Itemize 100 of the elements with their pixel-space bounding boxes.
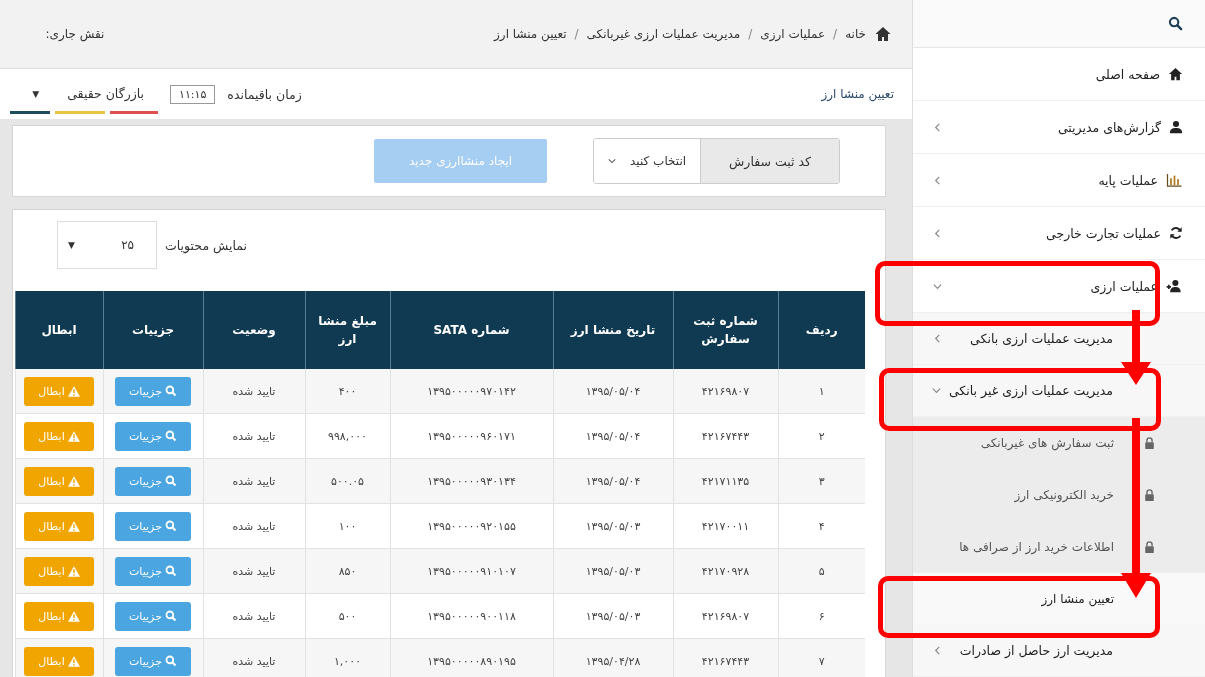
table-cell: تایید شده [203, 503, 305, 549]
table-cell: ۴۲۱۶۹۸۰۷ [673, 593, 778, 639]
breadcrumb-separator: / [574, 27, 579, 41]
table-cell: ۱۳۹۵/۰۴/۲۸ [553, 638, 673, 677]
menu-label: اطلاعات خرید ارز از صرافی ها [959, 540, 1114, 554]
table-cell: ۴۰۰ [305, 369, 390, 414]
submenu-item[interactable]: مدیریت ارز حاصل از صادرات [913, 625, 1205, 677]
menu-label: مدیریت عملیات ارزی بانکی [970, 331, 1113, 346]
user-add-icon [1166, 279, 1183, 293]
warning-icon [67, 565, 80, 577]
page-title: تعیین منشا ارز [821, 87, 894, 101]
breadcrumb-separator: / [833, 27, 838, 41]
column-header: شماره SATA [390, 291, 553, 369]
menu-label: عملیات ارزی [1090, 278, 1158, 294]
menu-label: خرید الکترونیکی ارز [1014, 488, 1114, 502]
table-cell: ۴۲۱۶۹۸۰۷ [673, 369, 778, 414]
submenu-item[interactable]: خرید الکترونیکی ارز [913, 469, 1205, 521]
refresh-icon [1169, 226, 1183, 240]
warning-icon [67, 430, 80, 442]
search-icon [165, 610, 177, 622]
menu-item[interactable]: صفحه اصلی [913, 48, 1205, 101]
chevron-icon [933, 228, 942, 238]
chevron-icon [933, 281, 942, 291]
column-header: شماره ثبت سفارش [673, 291, 778, 369]
lock-icon [1144, 437, 1155, 449]
table-cell: تایید شده [203, 638, 305, 677]
menu-label: ثبت سفارش های غیربانکی [980, 436, 1114, 450]
column-header: مبلغ منشا ارز [305, 291, 390, 369]
table-cell: ۱۳۹۵۰۰۰۰۰۹۶۰۱۷۱ [390, 413, 553, 459]
table-cell: تایید شده [203, 593, 305, 639]
table-cell: ۵ [778, 548, 865, 594]
submenu-item[interactable]: اطلاعات خرید ارز از صرافی ها [913, 521, 1205, 573]
chevron-icon [933, 175, 942, 185]
bar-chart-icon [1166, 173, 1183, 187]
breadcrumb-link[interactable]: تعیین منشا ارز [494, 27, 567, 41]
column-header: ابطال [15, 291, 103, 369]
table-cell: ۱۳۹۵۰۰۰۰۰۸۹۰۱۹۵ [390, 638, 553, 677]
column-header: وضعیت [203, 291, 305, 369]
timer-label: زمان باقیمانده [227, 86, 302, 102]
warning-icon [67, 520, 80, 532]
table-cell: ۴۲۱۷۱۱۳۵ [673, 458, 778, 504]
table-cell: ۴۲۱۷۰۹۲۸ [673, 548, 778, 594]
column-header: ردیف [778, 291, 865, 369]
timer-value: ۱۱:۱۵ [170, 84, 216, 104]
current-role-label: نقش جاری: [44, 27, 106, 41]
submenu-item[interactable]: مدیریت عملیات ارزی غیر بانکی [913, 365, 1205, 417]
warning-icon [67, 610, 80, 622]
column-header: تاریخ منشا ارز [553, 291, 673, 369]
menu-label: عملیات تجارت خارجی [1046, 225, 1161, 241]
table-cell: تایید شده [203, 458, 305, 504]
table-cell: ۴۲۱۶۷۴۴۳ [673, 413, 778, 459]
menu-label: مدیریت ارز حاصل از صادرات [959, 643, 1113, 658]
table-cell: ۷ [778, 638, 865, 677]
table-cell: ۴۲۱۶۷۴۴۳ [673, 638, 778, 677]
table-cell: ۱ [778, 369, 865, 414]
table-cell: ۶ [778, 593, 865, 639]
table-cell: ۸۵۰ [305, 548, 390, 594]
search-icon[interactable] [1168, 16, 1183, 31]
table-cell: ۱۰۰ [305, 503, 390, 549]
table-cell: ۵۰۰.۰۵ [305, 458, 390, 504]
table-cell: ۴۲۱۷۰۰۱۱ [673, 503, 778, 549]
search-icon [165, 520, 177, 532]
menu-label: تعیین منشا ارز [1041, 592, 1114, 606]
role-select[interactable]: بازرگان حقیقی ▼ [10, 74, 158, 111]
chevron-icon [933, 334, 942, 343]
menu-item[interactable]: گزارش‌های مدیریتی [913, 101, 1205, 154]
table-cell: ۴ [778, 503, 865, 549]
column-header: جزییات [103, 291, 203, 369]
table-cell: ۲ [778, 413, 865, 459]
home-icon[interactable] [874, 26, 892, 42]
submenu-item[interactable]: ثبت سفارش های غیربانکی [913, 417, 1205, 469]
order-code-select[interactable]: کد ثبت سفارش انتخاب کنید [593, 138, 840, 184]
table-cell: ۱۳۹۵۰۰۰۰۰۹۱۰۱۰۷ [390, 548, 553, 594]
breadcrumb-link[interactable]: خانه [845, 27, 866, 41]
chevron-icon [933, 646, 942, 655]
search-icon [165, 430, 177, 442]
breadcrumb-link[interactable]: مدیریت عملیات ارزی غیربانکی [586, 27, 741, 41]
search-icon [165, 475, 177, 487]
menu-item[interactable]: عملیات تجارت خارجی [913, 207, 1205, 260]
table-cell: ۱۳۹۵/۰۵/۰۳ [553, 503, 673, 549]
table-cell: تایید شده [203, 548, 305, 594]
search-icon [165, 565, 177, 577]
breadcrumb-separator: / [748, 27, 753, 41]
lock-icon [1144, 489, 1155, 501]
page-size-select[interactable]: ۲۵ ▼ [57, 221, 158, 269]
warning-icon [67, 655, 80, 667]
table-cell: ۳ [778, 458, 865, 504]
home-icon [1168, 67, 1183, 81]
breadcrumb-link[interactable]: عملیات ارزی [760, 27, 826, 41]
menu-item[interactable]: عملیات پایه [913, 154, 1205, 207]
table-cell: ۱۳۹۵۰۰۰۰۰۹۲۰۱۵۵ [390, 503, 553, 549]
submenu-item[interactable]: تعیین منشا ارز [913, 573, 1205, 625]
user-icon [1169, 120, 1183, 134]
menu-label: مدیریت عملیات ارزی غیر بانکی [948, 383, 1113, 398]
warning-icon [67, 475, 80, 487]
menu-label: گزارش‌های مدیریتی [1057, 119, 1161, 135]
table-cell: ۱۳۹۵/۰۵/۰۴ [553, 413, 673, 459]
table-cell: ۹۹۸,۰۰۰ [305, 413, 390, 459]
table-cell: ۱۳۹۵۰۰۰۰۰۹۰۰۱۱۸ [390, 593, 553, 639]
table-cell: ۱۳۹۵/۰۵/۰۳ [553, 593, 673, 639]
